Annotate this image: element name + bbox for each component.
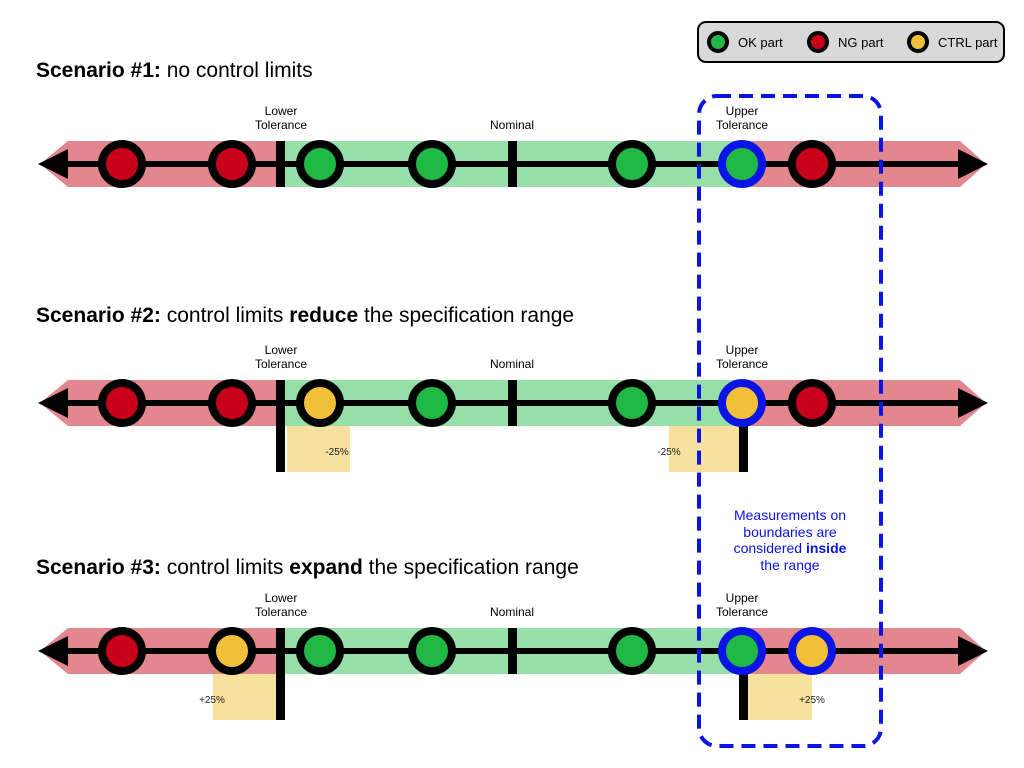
note-line: boundaries are — [743, 524, 837, 540]
ok-part-dot — [718, 140, 766, 188]
title-part: control limits — [161, 304, 289, 327]
nominal-label: Nominal — [490, 357, 534, 371]
upper-label: Upper — [726, 591, 759, 605]
ok-part-dot — [608, 379, 656, 427]
lower-label: Tolerance — [255, 118, 307, 132]
lower-label: Tolerance — [255, 605, 307, 619]
nominal-label: Nominal — [490, 118, 534, 132]
lower-control-label: +25% — [199, 695, 225, 706]
scenario-title: Scenario #1: no control limits — [36, 59, 313, 82]
note-line: Measurements on — [734, 507, 846, 523]
scenario-label: Scenario #2: — [36, 304, 161, 327]
upper-label: Upper — [726, 104, 759, 118]
ng-part-dot — [98, 379, 146, 427]
title-part: reduce — [289, 304, 358, 327]
ctrl-part-dot — [718, 379, 766, 427]
ok-part-dot — [608, 140, 656, 188]
lower-control-label: -25% — [325, 447, 348, 458]
title-part: control limits — [161, 556, 289, 579]
nominal-tick — [508, 628, 517, 674]
upper-control-label: +25% — [799, 695, 825, 706]
legend-label: OK part — [738, 35, 783, 50]
note-line: the range — [760, 557, 819, 573]
ctrl-part-dot — [296, 379, 344, 427]
ng-part-dot — [208, 379, 256, 427]
scenario-1: Scenario #1: no control limitsLowerToler… — [36, 59, 988, 188]
lower-label: Lower — [265, 591, 298, 605]
ctrl-part-dot — [208, 627, 256, 675]
scenario-title: Scenario #2: control limits reduce the s… — [36, 304, 574, 327]
title-part: no control limits — [161, 59, 313, 82]
upper-label: Tolerance — [716, 118, 768, 132]
ok-part-dot — [408, 140, 456, 188]
legend-dot-icon — [707, 31, 729, 53]
upper-label: Upper — [726, 343, 759, 357]
ng-part-dot — [788, 140, 836, 188]
scenario-2: Scenario #2: control limits reduce the s… — [36, 304, 988, 472]
ok-part-dot — [296, 627, 344, 675]
lower-label: Tolerance — [255, 357, 307, 371]
scenario-3: Scenario #3: control limits expand the s… — [36, 556, 988, 720]
ng-part-dot — [208, 140, 256, 188]
ok-part-dot — [408, 627, 456, 675]
legend-label: NG part — [838, 35, 884, 50]
tolerance-diagram: OK part NG part CTRL part Scenario #1: no … — [36, 21, 1005, 748]
nominal-tick — [508, 380, 517, 426]
upper-label: Tolerance — [716, 357, 768, 371]
ctrl-part-dot — [788, 627, 836, 675]
ok-part-dot — [608, 627, 656, 675]
ok-part-dot — [408, 379, 456, 427]
ok-part-dot — [718, 627, 766, 675]
lower-tolerance-tick — [276, 380, 285, 426]
ok-part-dot — [296, 140, 344, 188]
ng-part-dot — [98, 627, 146, 675]
scenario-label: Scenario #1: — [36, 59, 161, 82]
title-part: expand — [289, 556, 363, 579]
legend-dot-icon — [807, 31, 829, 53]
title-part: the specification range — [358, 304, 574, 327]
legend-dot-icon — [907, 31, 929, 53]
lower-tolerance-tick — [276, 141, 285, 187]
ng-part-dot — [788, 379, 836, 427]
lower-label: Lower — [265, 343, 298, 357]
nominal-tick — [508, 141, 517, 187]
note-line: considered inside — [734, 540, 847, 556]
scenario-title: Scenario #3: control limits expand the s… — [36, 556, 579, 579]
title-part: the specification range — [363, 556, 579, 579]
legend-label: CTRL part — [938, 35, 998, 50]
nominal-label: Nominal — [490, 605, 534, 619]
upper-control-label: -25% — [657, 447, 680, 458]
legend: OK part NG part CTRL part — [697, 21, 1005, 63]
upper-label: Tolerance — [716, 605, 768, 619]
ng-part-dot — [98, 140, 146, 188]
scenario-label: Scenario #3: — [36, 556, 161, 579]
boundary-note: Measurements on boundaries are considere… — [734, 507, 847, 573]
lower-label: Lower — [265, 104, 298, 118]
lower-tolerance-tick — [276, 628, 285, 674]
